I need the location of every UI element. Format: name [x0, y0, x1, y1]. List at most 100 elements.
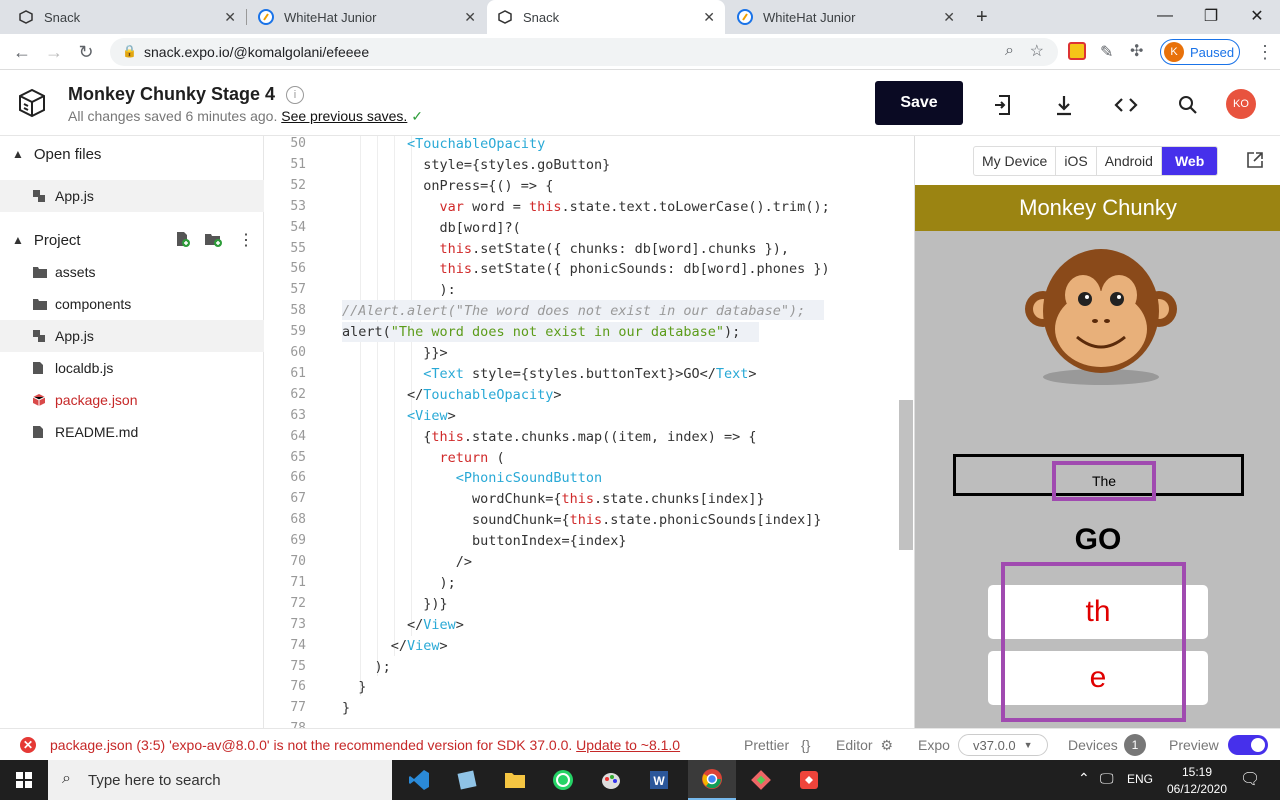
clock[interactable]: 15:19 [1175, 765, 1219, 779]
go-button[interactable]: GO [915, 523, 1280, 557]
code-line[interactable]: onPress={() => { [342, 178, 553, 194]
code-line[interactable]: ): [342, 282, 456, 298]
code-line[interactable]: //Alert.alert("The word does not exist i… [342, 303, 805, 319]
reload-icon[interactable]: ↻ [74, 40, 98, 64]
editor-scrollbar[interactable] [899, 400, 913, 550]
project-item-app-js[interactable]: App.js [0, 320, 264, 352]
tab-android[interactable]: Android [1097, 147, 1162, 175]
windows-start-icon[interactable] [0, 760, 48, 800]
devices-label[interactable]: Devices [1068, 737, 1118, 753]
profile-button[interactable]: K Paused [1160, 39, 1240, 65]
eyedropper-icon[interactable]: ✎ [1100, 42, 1113, 62]
project-item-assets[interactable]: assets [0, 256, 264, 288]
puzzle-icon[interactable]: ✣ [1130, 41, 1143, 61]
update-link[interactable]: Update to ~8.1.0 [576, 737, 680, 753]
forward-icon[interactable]: → [42, 40, 66, 64]
tab-my-device[interactable]: My Device [974, 147, 1057, 175]
code-editor[interactable]: 50 <TouchableOpacity 51 style={styles.goB… [264, 136, 914, 728]
url-input[interactable]: 🔒 snack.expo.io/@komalgolani/efeeee ⌕ ☆ [110, 38, 1058, 66]
previous-saves-link[interactable]: See previous saves. [281, 108, 407, 124]
prettier-toggle[interactable]: Prettier {} [744, 737, 810, 753]
download-icon[interactable] [1051, 92, 1077, 118]
export-icon[interactable] [990, 92, 1016, 118]
code-line[interactable]: } [342, 700, 350, 716]
word-input-value[interactable]: The [1052, 461, 1156, 501]
code-line[interactable]: wordChunk={this.state.chunks[index]} [342, 491, 765, 507]
search-icon[interactable] [1175, 92, 1201, 118]
whatsapp-icon[interactable] [539, 760, 587, 800]
zoom-icon[interactable]: ⌕ [1005, 42, 1014, 60]
avatar[interactable]: KO [1226, 89, 1256, 119]
close-icon[interactable]: ✕ [703, 9, 715, 26]
code-line[interactable]: }}> [342, 345, 447, 361]
network-icon[interactable]: 🖵 [1100, 770, 1114, 787]
code-line[interactable]: <PhonicSoundButton [342, 470, 602, 486]
file-explorer-icon[interactable] [491, 760, 539, 800]
code-line[interactable]: style={styles.goButton} [342, 157, 610, 173]
code-line[interactable]: soundChunk={this.state.phonicSounds[inde… [342, 512, 822, 528]
code-line[interactable]: <TouchableOpacity [342, 136, 545, 152]
code-line[interactable]: ); [342, 575, 456, 591]
browser-tab-active[interactable]: Snack ✕ [487, 0, 725, 34]
code-line[interactable]: })} [342, 596, 447, 612]
maximize-icon[interactable]: ❐ [1188, 0, 1234, 32]
code-line[interactable]: this.setState({ chunks: db[word].chunks … [342, 241, 790, 257]
code-line[interactable]: </TouchableOpacity> [342, 387, 561, 403]
vscode-icon[interactable] [395, 760, 443, 800]
save-button[interactable]: Save [875, 81, 963, 125]
open-file-item[interactable]: App.js [0, 180, 264, 212]
notes-app-icon[interactable] [443, 760, 491, 800]
paint-icon[interactable] [587, 760, 635, 800]
notifications-icon[interactable]: 🗨 [1240, 769, 1260, 789]
code-line[interactable]: this.setState({ phonicSounds: db[word].p… [342, 261, 830, 277]
embed-code-icon[interactable] [1113, 92, 1139, 118]
tray-expand-icon[interactable]: ⌃ [1078, 770, 1090, 787]
git-client-icon[interactable] [737, 760, 785, 800]
tab-ios[interactable]: iOS [1056, 147, 1097, 175]
new-file-icon[interactable] [174, 231, 190, 247]
code-line[interactable]: } [342, 679, 366, 695]
more-options-icon[interactable]: ⋮ [238, 230, 254, 250]
code-line[interactable]: <View> [342, 408, 456, 424]
close-icon[interactable]: ✕ [224, 9, 236, 26]
close-icon[interactable]: ✕ [943, 9, 955, 26]
word-icon[interactable]: W [635, 760, 683, 800]
browser-tab[interactable]: WhiteHat Junior ✕ [727, 0, 965, 34]
open-external-icon[interactable] [1245, 150, 1265, 173]
editor-settings[interactable]: Editor ⚙ [836, 737, 893, 754]
bookmark-star-icon[interactable]: ☆ [1030, 41, 1044, 61]
preview-toggle[interactable] [1228, 735, 1268, 755]
language-indicator[interactable]: ENG [1127, 772, 1153, 786]
code-line[interactable]: var word = this.state.text.toLowerCase()… [342, 199, 830, 215]
code-line[interactable]: return ( [342, 450, 505, 466]
browser-tab[interactable]: WhiteHat Junior ✕ [248, 0, 486, 34]
anydesk-icon[interactable] [785, 760, 833, 800]
code-line[interactable]: ); [342, 659, 391, 675]
chrome-icon[interactable] [688, 760, 736, 800]
project-header[interactable]: ▲ Project [0, 222, 264, 258]
back-icon[interactable]: ← [10, 40, 34, 64]
code-line[interactable]: </View> [342, 617, 464, 633]
info-icon[interactable]: i [286, 86, 304, 104]
menu-dots-icon[interactable]: ⋮ [1256, 42, 1274, 63]
tab-web[interactable]: Web [1161, 147, 1218, 175]
code-line[interactable]: db[word]?( [342, 220, 521, 236]
close-icon[interactable]: ✕ [464, 9, 476, 26]
minimize-icon[interactable]: — [1142, 0, 1188, 32]
project-item-localdb[interactable]: localdb.js [0, 352, 264, 384]
code-line[interactable]: </View> [342, 638, 448, 654]
project-item-readme[interactable]: README.md [0, 416, 264, 448]
code-line[interactable]: {this.state.chunks.map((item, index) => … [342, 429, 756, 445]
new-tab-icon[interactable]: + [976, 6, 988, 29]
project-item-package-json[interactable]: package.json [0, 384, 264, 416]
code-line[interactable]: /> [342, 554, 472, 570]
code-line[interactable]: alert("The word does not exist in our da… [342, 324, 740, 340]
sdk-version-select[interactable]: v37.0.0 ▼ [958, 734, 1048, 756]
new-folder-icon[interactable] [204, 231, 222, 247]
window-close-icon[interactable]: ✕ [1234, 0, 1280, 32]
extension-icon[interactable] [1068, 42, 1086, 60]
code-line[interactable]: <Text style={styles.buttonText}>GO</Text… [342, 366, 756, 382]
browser-tab[interactable]: Snack ✕ [8, 0, 247, 34]
code-line[interactable]: buttonIndex={index} [342, 533, 626, 549]
taskbar-search-input[interactable]: ⌕ Type here to search [48, 760, 392, 800]
